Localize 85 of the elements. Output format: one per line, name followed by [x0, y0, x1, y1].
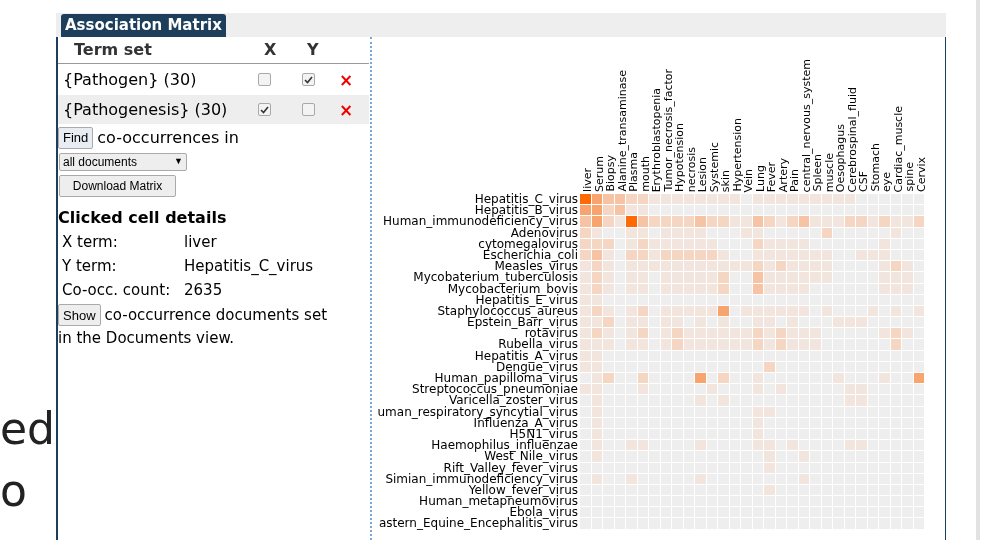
- details-heading: Clicked cell details: [58, 207, 228, 229]
- row-label: Epstein_Barr_virus: [467, 317, 578, 329]
- column-label: Spleen: [812, 154, 824, 192]
- term-set-name: {Pathogenesis} (30): [62, 98, 229, 121]
- row-label: Rift_Valley_fever_virus: [443, 462, 578, 474]
- field-label: X term:: [62, 231, 119, 253]
- column-label: Cardiac_muscle: [892, 105, 904, 192]
- background-text: ed: [0, 402, 56, 456]
- remove-button[interactable]: ×: [339, 100, 354, 119]
- column-label: muscle: [823, 152, 835, 192]
- column-label: eye: [881, 171, 893, 192]
- term-set-name: {Pathogen} (30): [62, 68, 198, 91]
- row-label: Yellow_fever_virus: [468, 484, 578, 497]
- column-label: Stomach: [869, 143, 881, 192]
- remove-button[interactable]: ×: [339, 70, 354, 89]
- column-label: Cerebrospinal_fluid: [846, 86, 858, 192]
- row-label: Measles_virus: [494, 261, 578, 273]
- row-label: Mycobacterium_bovis: [447, 283, 578, 295]
- column-label: Lesion: [697, 156, 709, 192]
- column-label: Lung: [754, 165, 766, 192]
- find-label: co-occurrences in: [97, 127, 239, 149]
- column-header: Y: [307, 39, 319, 61]
- column-label: Biopsy: [605, 155, 617, 192]
- row-label: Influenza_A_virus: [473, 417, 578, 429]
- row-label: cytomegalovirus: [478, 238, 578, 250]
- row-label: Staphylococcus_aureus: [437, 305, 578, 318]
- row-label: Human_immunodeficiency_virus: [383, 216, 578, 228]
- column-label: spine: [904, 162, 916, 192]
- column-label: Oesophagus: [835, 123, 847, 192]
- column-label: liver: [582, 168, 594, 192]
- column-header: Term set: [73, 39, 153, 61]
- row-label: astern_Equine_Encephalitis_virus: [378, 518, 578, 530]
- row-label: West_Nile_virus: [484, 451, 578, 463]
- column-label: Alanine_transaminase: [616, 70, 628, 192]
- column-label: Fever: [766, 161, 778, 192]
- row-label: Dengue_virus: [495, 361, 578, 373]
- row-label: Streptococcus_pneumoniae: [412, 384, 578, 396]
- row-label: Hepatitis_C_virus: [474, 194, 578, 206]
- column-label: Hypotension: [674, 122, 686, 192]
- column-label: Serum: [593, 156, 605, 192]
- row-label: Hepatitis_B_virus: [474, 205, 578, 217]
- term-set-row[interactable]: {Pathogenesis} (30) ×: [58, 95, 369, 124]
- column-label: Artery: [777, 157, 789, 192]
- row-label: Mycobaterium_tuberculosis: [413, 272, 578, 284]
- column-label: necrosis: [685, 146, 697, 192]
- column-label: Plasma: [628, 152, 640, 192]
- column-label: mouth: [639, 156, 651, 192]
- column-label: Pain: [789, 169, 801, 192]
- row-label: uman_respiratory_syncytial_virus: [377, 406, 578, 418]
- row-label: H5N1_virus: [509, 428, 578, 441]
- row-label: Hepatitis_A_virus: [474, 350, 578, 362]
- row-label: Haemophilus_influenzae: [431, 440, 578, 452]
- row-label: rotavirus: [524, 328, 578, 340]
- field-value: liver: [184, 231, 217, 253]
- row-label: Simian_immunodeficiency_virus: [385, 473, 578, 485]
- row-label: Rubella_virus: [498, 339, 578, 351]
- column-label: CSF: [858, 171, 870, 192]
- scope-dropdown[interactable]: all documents ▼: [59, 153, 187, 171]
- column-label: skin: [720, 169, 732, 192]
- column-label: Erythroblastopenia: [651, 87, 663, 192]
- column-label: Hypertension: [731, 118, 743, 192]
- column-label: Tumor_necrosis_factor: [662, 69, 674, 192]
- field-value: Hepatitis_C_virus: [184, 255, 314, 277]
- row-label: Adenovirus: [510, 227, 578, 239]
- background-text: o: [0, 464, 28, 518]
- show-description: in the Documents view.: [58, 327, 235, 349]
- download-button[interactable]: Download Matrix: [59, 175, 176, 197]
- row-label: Ebola_virus: [509, 507, 578, 519]
- column-label: Cervix: [915, 156, 927, 192]
- row-label: Varicella_zoster_virus: [448, 395, 578, 407]
- column-label: central_nervous_system: [800, 58, 812, 192]
- column-header: X: [263, 39, 278, 61]
- show-description: co-occurrence documents set: [104, 305, 327, 326]
- show-button[interactable]: Show: [58, 304, 101, 327]
- column-label: Systemic: [708, 141, 720, 192]
- field-value: 2635: [184, 279, 223, 301]
- find-button[interactable]: Find: [58, 127, 94, 149]
- row-label: Human_papilloma_virus: [434, 373, 578, 385]
- field-label: Y term:: [62, 255, 118, 277]
- row-label: Hepatitis_E_virus: [475, 294, 578, 306]
- row-label: Human_metapneumovirus: [419, 496, 578, 508]
- panel-tab[interactable]: Association Matrix: [61, 14, 226, 37]
- column-label: Vein: [743, 168, 755, 192]
- field-label: Co-occ. count:: [62, 279, 172, 301]
- row-label: Escherichia_coli: [482, 249, 578, 262]
